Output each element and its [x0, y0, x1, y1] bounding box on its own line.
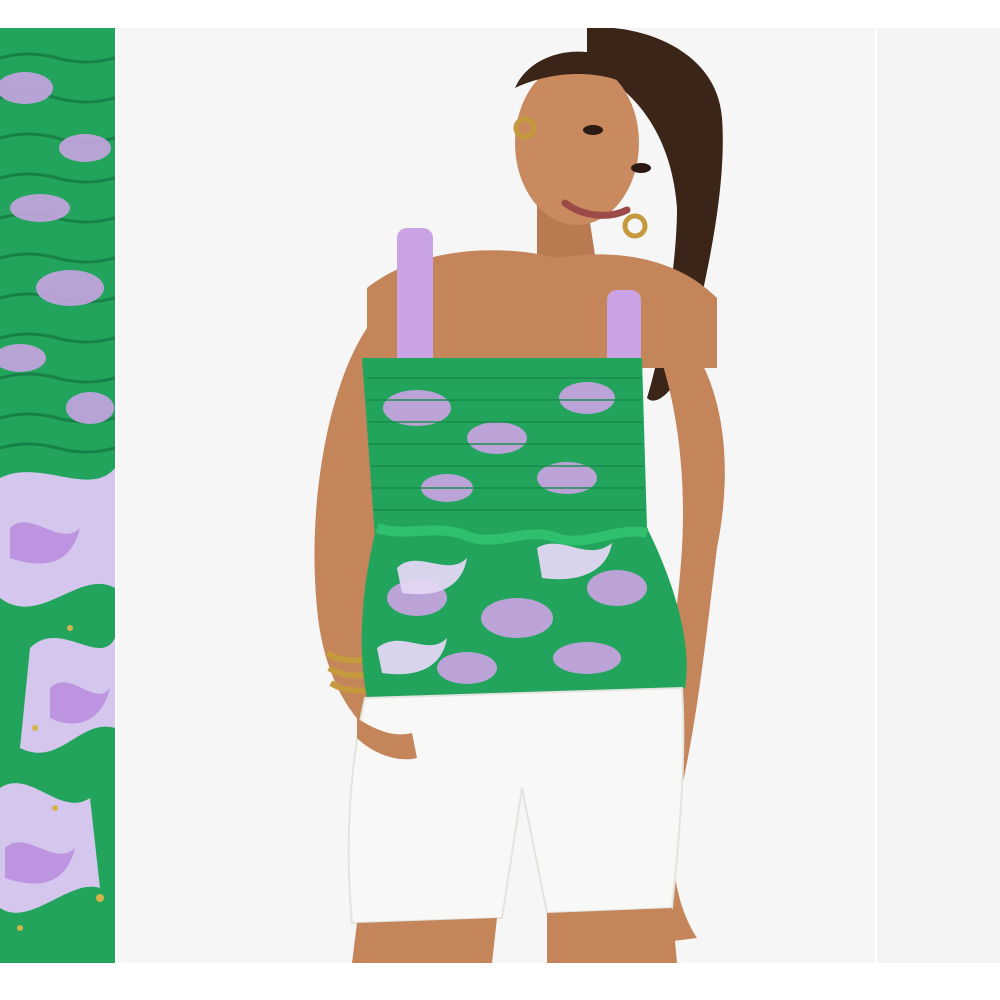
- product-page: [0, 0, 1000, 1000]
- main-product-image[interactable]: [117, 28, 875, 963]
- model-illustration: [117, 28, 875, 963]
- next-gallery-image[interactable]: [877, 28, 1000, 963]
- detail-image[interactable]: [0, 28, 115, 963]
- product-image-gallery: [0, 28, 1000, 963]
- fabric-detail-illustration: [0, 28, 115, 963]
- top-divider: [0, 0, 1000, 29]
- gallery-bottom-spacer: [0, 963, 1000, 1000]
